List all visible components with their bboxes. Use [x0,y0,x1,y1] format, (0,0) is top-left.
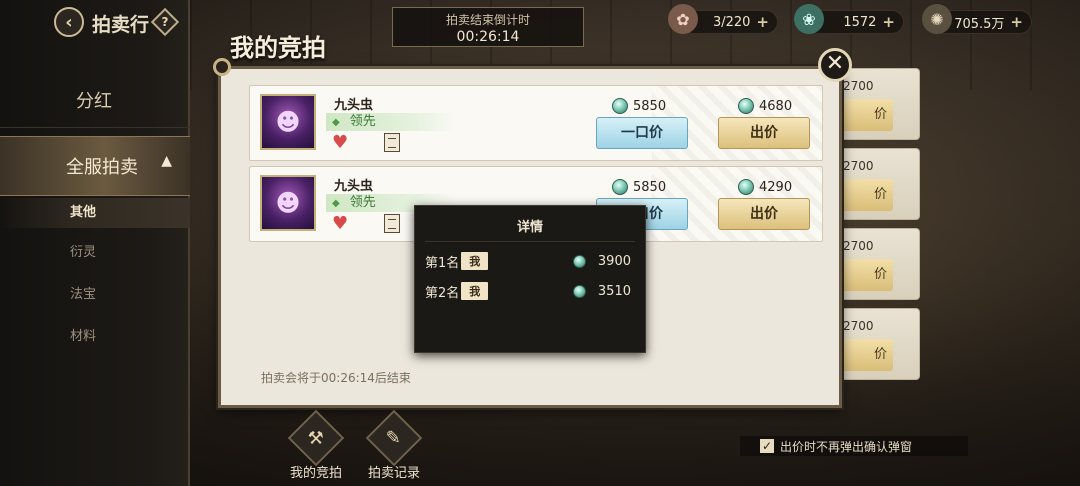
buyout-price: 5850 [612,98,666,114]
amount-value: 3900 [597,253,631,269]
bidder-badge: 我 [461,282,489,300]
jade-gem-icon [572,284,586,298]
details-title: 详情 [516,220,543,235]
character-portrait-icon: ☻ [275,108,301,136]
sidebar-item-dividend[interactable]: 分红 [0,72,190,128]
item-name: 九头虫 [334,179,374,194]
card-bid-button[interactable]: 价 [841,99,893,131]
card-amount: 2700 [843,79,874,93]
close-icon: ✕ [825,51,845,76]
add-coins-button[interactable]: + [1010,13,1023,31]
rank-label: 第1名 [425,255,460,271]
back-arrow-icon: ‹ [65,11,73,33]
sidebar: ‹ 拍卖行 ? 分红 全服拍卖 ▲ 其他 衍灵 法宝 材料 [0,0,190,486]
sidebar-item-server-auction[interactable]: 全服拍卖 ▲ [0,136,190,196]
status-label: 领先 [349,195,376,210]
card-bid-button[interactable]: 价 [841,339,893,371]
favorite-heart-icon[interactable]: ♥ [332,134,348,152]
panel-title: 我的竞拍 [230,34,326,62]
character-portrait-icon: ☻ [275,189,301,217]
rank-row: 第1名 我 3900 [425,251,631,271]
divider [425,241,635,242]
card-bid-button[interactable]: 价 [841,179,893,211]
sidebar-subitem-materials[interactable]: 材料 [0,322,190,352]
card-bid-button[interactable]: 价 [841,259,893,291]
add-stamina-button[interactable]: + [756,13,769,31]
jade-gem-icon [572,254,586,268]
jade-gem-icon [612,98,628,114]
price-value: 4680 [759,98,793,114]
card-amount: 2700 [843,159,874,173]
page-title: 拍卖行 [92,14,150,36]
back-button[interactable]: ‹ [54,7,84,37]
auction-countdown: 拍卖结束倒计时 00:26:14 [392,7,584,47]
favorite-heart-icon[interactable]: ♥ [332,215,348,233]
skip-confirm-label: 出价时不再弹出确认弹窗 [780,439,913,454]
rank-label: 第2名 [425,285,460,301]
amount-value: 3510 [597,283,631,299]
item-portrait[interactable]: ☻ [260,94,316,150]
item-name: 九头虫 [334,98,374,113]
skip-confirm-option[interactable]: ✓ 出价时不再弹出确认弹窗 [740,436,968,456]
price-value: 5850 [633,98,667,114]
chevron-up-icon: ▲ [161,153,172,169]
price-value: 5850 [633,179,667,195]
records-document-icon: ✎ [365,409,423,467]
background-auction-card: 2700 价 [836,148,920,220]
buyout-price: 5850 [612,179,666,195]
resource-value: 3/220 [712,14,751,30]
rank-amount: 3510 [572,283,631,299]
card-amount: 2700 [843,319,874,333]
rank-row: 第2名 我 3510 [425,281,631,301]
bid-price: 4290 [738,179,792,195]
sidebar-subitem-yanling[interactable]: 衍灵 [0,238,190,268]
background-auction-card: 2700 价 [836,228,920,300]
item-portrait[interactable]: ☻ [260,175,316,231]
countdown-label: 拍卖结束倒计时 [445,13,530,27]
jade-gem-icon [612,179,628,195]
resource-value: 705.5万 [954,16,1005,32]
background-auction-card: 2700 价 [836,68,920,140]
diamond-icon: ◆ [332,117,340,128]
gavel-icon: ⚒ [287,409,345,467]
checkbox[interactable]: ✓ [760,439,774,453]
bid-button[interactable]: 出价 [718,198,810,230]
coin-icon: ✺ [922,4,952,34]
price-value: 4290 [759,179,793,195]
details-document-icon[interactable] [384,133,400,152]
close-button[interactable]: ✕ [818,48,852,82]
stamina-icon: ✿ [668,4,698,34]
details-popup: 详情 第1名 我 3900 第2名 我 3510 [414,205,646,353]
auction-end-note: 拍卖会将于00:26:14后结束 [261,371,411,385]
my-bids-tab[interactable]: ⚒ 我的竞拍 [281,409,351,481]
details-document-icon[interactable] [384,214,400,233]
jade-gem-icon: ❀ [794,4,824,34]
help-icon: ? [161,15,169,29]
auction-records-tab[interactable]: ✎ 拍卖记录 [359,409,429,481]
bid-button[interactable]: 出价 [718,117,810,149]
diamond-icon: ◆ [332,198,340,209]
sidebar-subitem-other[interactable]: 其他 [0,198,190,228]
jade-gem-icon [738,98,754,114]
bid-price: 4680 [738,98,792,114]
jade-gem-icon [738,179,754,195]
resource-value: 1572 [843,14,877,30]
sidebar-item-label: 全服拍卖 [66,157,138,178]
help-button[interactable]: ? [150,7,180,37]
bid-row: ☻ 九头虫 ◆ 领先 ♥ 5850 4680 一口价 出价 [249,85,823,161]
modal-corner-ornament [213,58,231,76]
background-auction-card: 2700 价 [836,308,920,380]
leading-status-badge: ◆ 领先 [326,113,456,131]
buyout-button[interactable]: 一口价 [596,117,688,149]
sidebar-subitem-treasure[interactable]: 法宝 [0,280,190,310]
card-amount: 2700 [843,239,874,253]
rank-amount: 3900 [572,253,631,269]
status-label: 领先 [349,114,376,129]
countdown-value: 00:26:14 [456,29,520,45]
add-jade-button[interactable]: + [882,13,895,31]
bidder-badge: 我 [461,252,489,270]
